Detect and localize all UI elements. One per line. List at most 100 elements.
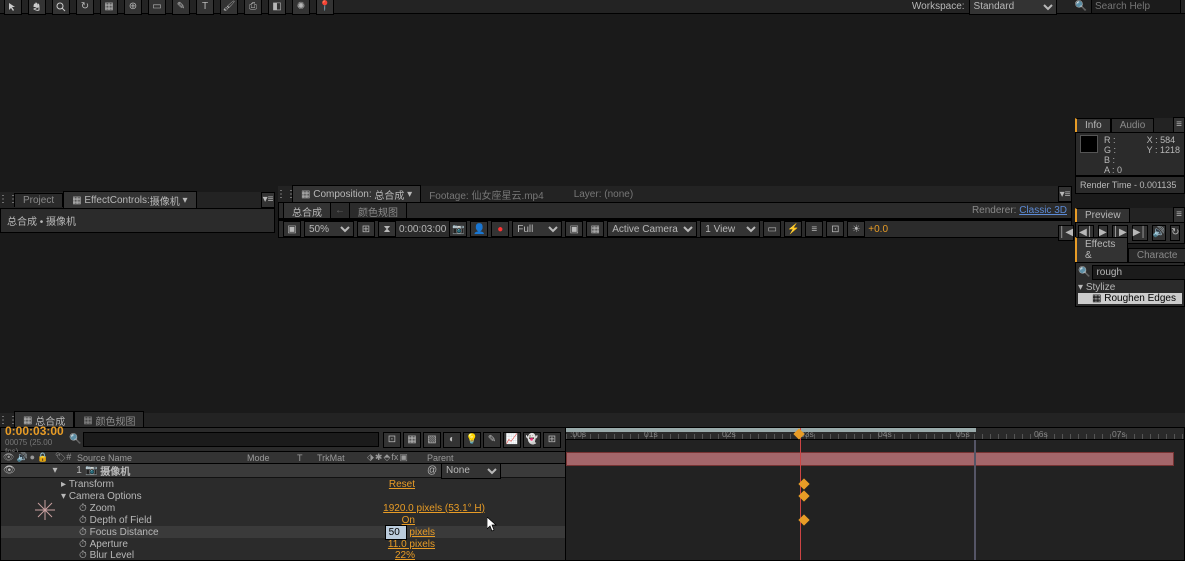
label-header-icon[interactable]: 🏷# (49, 452, 77, 463)
switch-icon[interactable]: ✱ (375, 452, 383, 463)
work-area[interactable] (566, 428, 976, 432)
frame-blend-icon[interactable]: ▧ (423, 432, 441, 448)
keyframe-icon[interactable] (798, 514, 809, 525)
tool-selection[interactable] (4, 0, 22, 15)
header-parent[interactable]: Parent (427, 453, 487, 463)
graph-editor-icon[interactable]: 📈 (503, 432, 521, 448)
prop-focus-distance[interactable]: ⏱ Focus Distance pixels (1, 526, 565, 538)
stopwatch-icon[interactable]: ⏱ (79, 527, 87, 538)
stopwatch-icon[interactable]: ⏱ (79, 539, 87, 550)
tool-pen[interactable]: ✎ (172, 0, 190, 15)
switches-icon[interactable]: ⊞ (543, 432, 561, 448)
draft3d-icon[interactable]: ▦ (403, 432, 421, 448)
composition-viewer[interactable]: Active Camera (278, 218, 1072, 220)
panel-menu-icon[interactable]: ▾≡ (261, 192, 275, 208)
tab-composition[interactable]: ▦ Composition: 总合成 ▾ (292, 185, 421, 203)
reset-exposure-icon[interactable]: ☀ (847, 221, 865, 237)
resolution-select[interactable]: Full (512, 221, 562, 237)
tab-preview[interactable]: Preview (1075, 208, 1130, 222)
fast-preview-icon[interactable]: ⚡ (784, 221, 802, 237)
solo-header-icon[interactable]: ● (30, 452, 35, 463)
header-mode[interactable]: Mode (247, 453, 297, 463)
tool-zoom[interactable] (52, 0, 70, 15)
tree-stylize[interactable]: ▾ Stylize (1078, 282, 1182, 293)
tab-audio[interactable]: Audio (1111, 118, 1155, 132)
audio-header-icon[interactable]: 🔊 (16, 452, 27, 463)
current-time[interactable]: 0:00:03:00 (5, 424, 61, 438)
mask-icon[interactable]: ▣ (283, 221, 301, 237)
pixel-aspect-icon[interactable]: ▭ (763, 221, 781, 237)
pickwhip-icon[interactable]: @ (427, 465, 441, 476)
tab-project[interactable]: Project (14, 193, 63, 207)
zoom-select[interactable]: 50% (304, 221, 354, 237)
tab-info[interactable]: Info (1075, 118, 1111, 132)
prop-dof[interactable]: ⏱ Depth of Field On (1, 514, 565, 526)
tool-eraser[interactable]: ◧ (268, 0, 286, 15)
exposure-value[interactable]: +0.0 (868, 224, 888, 235)
value-aperture[interactable]: 11.0 pixels (388, 539, 435, 550)
focus-distance-input[interactable] (385, 525, 407, 540)
disclosure-icon[interactable]: ▾ (49, 465, 61, 476)
eye-header-icon[interactable]: 👁 (3, 452, 14, 463)
comp-mini-flow-icon[interactable]: ⊡ (383, 432, 401, 448)
parent-select[interactable]: None (441, 463, 501, 479)
stopwatch-icon[interactable]: ⏱ (79, 550, 87, 561)
tab-character[interactable]: Characte (1128, 248, 1185, 262)
panel-menu-icon[interactable]: ≡ (1173, 117, 1185, 133)
keyframe-icon[interactable] (798, 478, 809, 489)
prop-zoom[interactable]: ⏱ Zoom 1920.0 pixels (53.1° H) (1, 502, 565, 514)
panel-grip-icon[interactable]: ⋮⋮ (2, 192, 14, 208)
workspace-select[interactable]: Standard (969, 0, 1057, 15)
search-help-input[interactable] (1091, 0, 1181, 14)
panel-grip-icon[interactable]: ⋮⋮ (280, 186, 292, 202)
loop-icon[interactable]: ↻ (1170, 225, 1180, 241)
lock-header-icon[interactable]: 🔒 (37, 452, 48, 463)
tool-anchor[interactable]: ⊕ (124, 0, 142, 15)
tool-rotate[interactable]: ↻ (76, 0, 94, 15)
layer-bar[interactable] (566, 452, 1174, 466)
sub-tab-0[interactable]: 总合成 (283, 202, 331, 220)
tool-brush[interactable]: 🖌 (220, 0, 238, 15)
timeline-search-input[interactable] (83, 432, 379, 447)
views-select[interactable]: 1 View (700, 221, 760, 237)
motion-blur-icon[interactable]: ◐ (443, 432, 461, 448)
header-source[interactable]: Source Name (77, 453, 247, 463)
auto-kf-icon[interactable]: ✎ (483, 432, 501, 448)
transparency-icon[interactable]: ▦ (586, 221, 604, 237)
timeline-icon[interactable]: ≡ (805, 221, 823, 237)
prop-camera-options[interactable]: ▾ Camera Options (1, 490, 565, 502)
tool-stamp[interactable]: ⎙ (244, 0, 262, 15)
tab-effect-controls[interactable]: ▦ EffectControls: 摄像机 ▾ (63, 191, 196, 209)
panel-menu-icon[interactable]: ≡ (1173, 207, 1185, 223)
tool-shape[interactable]: ▭ (148, 0, 166, 15)
switch-icon[interactable]: ⬗ (367, 452, 374, 463)
stopwatch-icon[interactable]: ⏱ (79, 515, 87, 526)
brainstorm-icon[interactable]: 💡 (463, 432, 481, 448)
time-nav-icon[interactable]: ⧗ (378, 221, 396, 237)
tool-puppet[interactable]: 📍 (316, 0, 334, 15)
header-t[interactable]: T (297, 453, 317, 463)
value-zoom[interactable]: 1920.0 pixels (53.1° H) (383, 503, 485, 514)
stopwatch-icon[interactable]: ⏱ (79, 503, 87, 514)
time-display[interactable]: 0:00:03:00 (399, 224, 446, 235)
tool-text[interactable]: T (196, 0, 214, 15)
eye-icon[interactable]: 👁 (3, 465, 16, 476)
tool-camera[interactable]: ▦ (100, 0, 118, 15)
roi-icon[interactable]: ▣ (565, 221, 583, 237)
prop-transform[interactable]: ▸ Transform Reset (1, 478, 565, 490)
prop-blur-level[interactable]: ⏱ Blur Level 22% (1, 550, 565, 560)
res-toggle[interactable]: ⊞ (357, 221, 375, 237)
first-frame-icon[interactable]: │◀ (1058, 225, 1074, 241)
tool-hand[interactable] (28, 0, 46, 15)
keyframe-icon[interactable] (798, 490, 809, 501)
snapshot-icon[interactable]: 📷 (449, 221, 467, 237)
reset-link[interactable]: Reset (389, 479, 415, 490)
timeline-graph[interactable]: :00s 01s 02s 03s 04s 05s 06s 07s (566, 428, 1184, 560)
last-frame-icon[interactable]: ▶│ (1132, 225, 1148, 241)
view-mode-select[interactable]: Active Camera (607, 221, 697, 237)
show-snapshot-icon[interactable]: 👤 (470, 221, 488, 237)
panel-menu-icon[interactable]: ▾≡ (1058, 186, 1072, 202)
shy-icon[interactable]: 👻 (523, 432, 541, 448)
effects-search-input[interactable] (1092, 265, 1185, 280)
value-blur[interactable]: 22% (395, 550, 415, 561)
